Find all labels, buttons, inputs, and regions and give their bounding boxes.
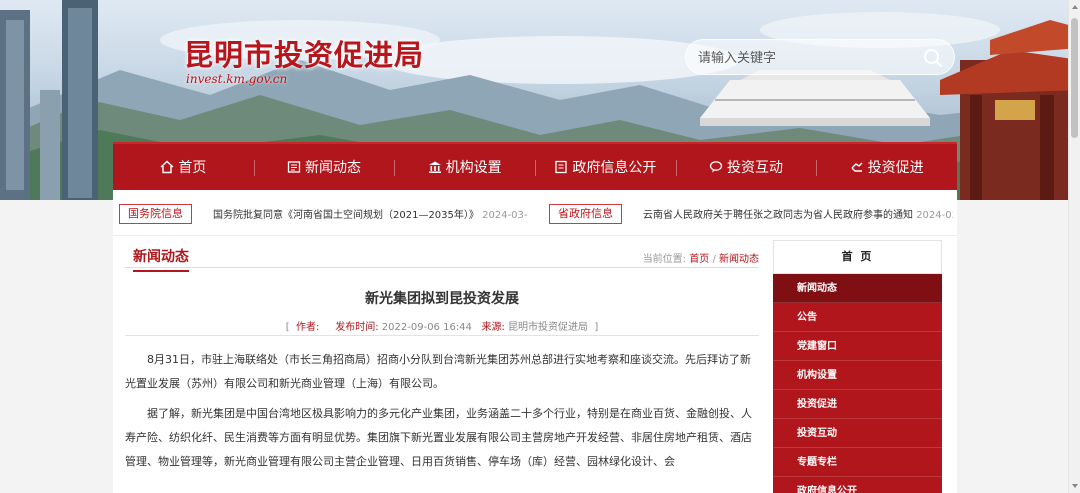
sidebar-menu: 首 页 新闻动态 公告 党建窗口 机构设置 投资促进 投资互动 专题专栏 政府信… xyxy=(773,240,942,493)
nav-label: 首页 xyxy=(178,160,207,176)
nav-promotion[interactable]: 投资促进 xyxy=(816,144,957,190)
ticker-tag-state-council[interactable]: 国务院信息 xyxy=(119,204,192,224)
nav-interaction[interactable]: 投资互动 xyxy=(675,144,817,190)
ticker-item-date: 2024-03- xyxy=(482,210,528,221)
ticker-item-text: 国务院批复同意《河南省国土空间规划（2021—2035年）》 xyxy=(213,210,479,221)
breadcrumb-separator: / xyxy=(712,254,716,265)
breadcrumb: 当前位置: 首页 / 新闻动态 xyxy=(643,250,759,265)
sidebar-item-announcement[interactable]: 公告 xyxy=(773,303,942,332)
home-icon xyxy=(160,160,174,174)
document-icon xyxy=(555,160,567,174)
ticker-item[interactable]: 云南省人民政府关于聘任张之政同志为省人民政府参事的通知 2024-03 xyxy=(643,206,953,221)
article-meta: [ 作者: 发布时间: 2022-09-06 16:44 来源: 昆明市投资促进… xyxy=(125,318,759,336)
nav-label: 新闻动态 xyxy=(305,160,361,176)
ticker-item-text: 云南省人民政府关于聘任张之政同志为省人民政府参事的通知 xyxy=(643,210,913,221)
meta-time-label: 发布时间: xyxy=(335,322,379,333)
sidebar-header[interactable]: 首 页 xyxy=(773,240,942,274)
article-paragraph: 8月31日，市驻上海联络处（市长三角招商局）招商小分队到台湾新光集团苏州总部进行… xyxy=(125,353,751,390)
search-input[interactable] xyxy=(698,48,918,68)
nav-label: 政府信息公开 xyxy=(572,160,657,176)
breadcrumb-current-link[interactable]: 新闻动态 xyxy=(719,254,759,265)
scroll-down-arrow-icon[interactable] xyxy=(1071,482,1079,490)
ticker-item[interactable]: 国务院批复同意《河南省国土空间规划（2021—2035年）》 2024-03- xyxy=(213,206,533,221)
nav-home[interactable]: 首页 xyxy=(113,144,254,190)
content-container: 国务院信息 国务院批复同意《河南省国土空间规划（2021—2035年）》 202… xyxy=(113,190,957,493)
meta-source-label: 来源: xyxy=(481,322,505,333)
page-scrollbar[interactable] xyxy=(1068,0,1080,493)
nav-organization[interactable]: 机构设置 xyxy=(394,144,535,190)
meta-author-label: 作者: xyxy=(295,322,320,333)
meta-source: 昆明市投资促进局 xyxy=(508,322,589,333)
sidebar-item-organization[interactable]: 机构设置 xyxy=(773,361,942,390)
sidebar-item-special-topics[interactable]: 专题专栏 xyxy=(773,448,942,477)
article-body: 8月31日，市驻上海联络处（市长三角招商局）招商小分队到台湾新光集团苏州总部进行… xyxy=(125,348,759,480)
section-title: 新闻动态 xyxy=(133,246,189,272)
ticker-tag-province[interactable]: 省政府信息 xyxy=(549,204,622,224)
page: 昆明市投资促进局 invest.km.gov.cn 首页 新闻动态 机构设置 政… xyxy=(0,0,1080,493)
article-panel: 新闻动态 当前位置: 首页 / 新闻动态 新光集团拟到昆投资发展 [ 作者: 发… xyxy=(125,236,759,493)
meta-close-bracket: ] xyxy=(594,322,599,333)
sidebar-item-gov-info[interactable]: 政府信息公开 xyxy=(773,477,942,493)
chat-icon xyxy=(709,161,723,173)
news-icon xyxy=(287,161,301,173)
sidebar-item-promotion[interactable]: 投资促进 xyxy=(773,390,942,419)
meta-time: 2022-09-06 16:44 xyxy=(381,322,472,333)
nav-news[interactable]: 新闻动态 xyxy=(253,144,395,190)
article-title: 新光集团拟到昆投资发展 xyxy=(365,291,519,307)
news-ticker: 国务院信息 国务院批复同意《河南省国土空间规划（2021—2035年）》 202… xyxy=(113,190,957,236)
nav-label: 投资互动 xyxy=(727,160,784,176)
sidebar-item-news[interactable]: 新闻动态 xyxy=(773,274,942,303)
article-paragraph: 据了解，新光集团是中国台湾地区极具影响力的多元化产业集团，业务涵盖二十多个行业，… xyxy=(125,407,752,468)
meta-open-bracket: [ xyxy=(285,322,290,333)
breadcrumb-home-link[interactable]: 首页 xyxy=(689,254,709,265)
site-domain: invest.km.gov.cn xyxy=(186,72,288,86)
section-header: 新闻动态 当前位置: 首页 / 新闻动态 xyxy=(125,236,759,272)
breadcrumb-prefix: 当前位置: xyxy=(642,254,687,265)
nav-gov-info[interactable]: 政府信息公开 xyxy=(535,144,676,190)
scroll-thumb[interactable] xyxy=(1071,18,1078,138)
nav-label: 机构设置 xyxy=(445,160,502,176)
scroll-up-arrow-icon[interactable] xyxy=(1071,3,1079,11)
sidebar-item-interaction[interactable]: 投资互动 xyxy=(773,419,942,448)
hand-icon xyxy=(851,162,863,172)
ticker-item-date: 2024-03 xyxy=(916,210,953,221)
nav-label: 投资促进 xyxy=(867,160,924,176)
sidebar-item-party-window[interactable]: 党建窗口 xyxy=(773,332,942,361)
site-title: 昆明市投资促进局 xyxy=(184,38,425,72)
main-nav: 首页 新闻动态 机构设置 政府信息公开 投资互动 投资促进 xyxy=(113,142,957,190)
building-icon xyxy=(428,161,441,173)
search-box xyxy=(685,39,955,75)
search-icon[interactable] xyxy=(922,47,944,69)
